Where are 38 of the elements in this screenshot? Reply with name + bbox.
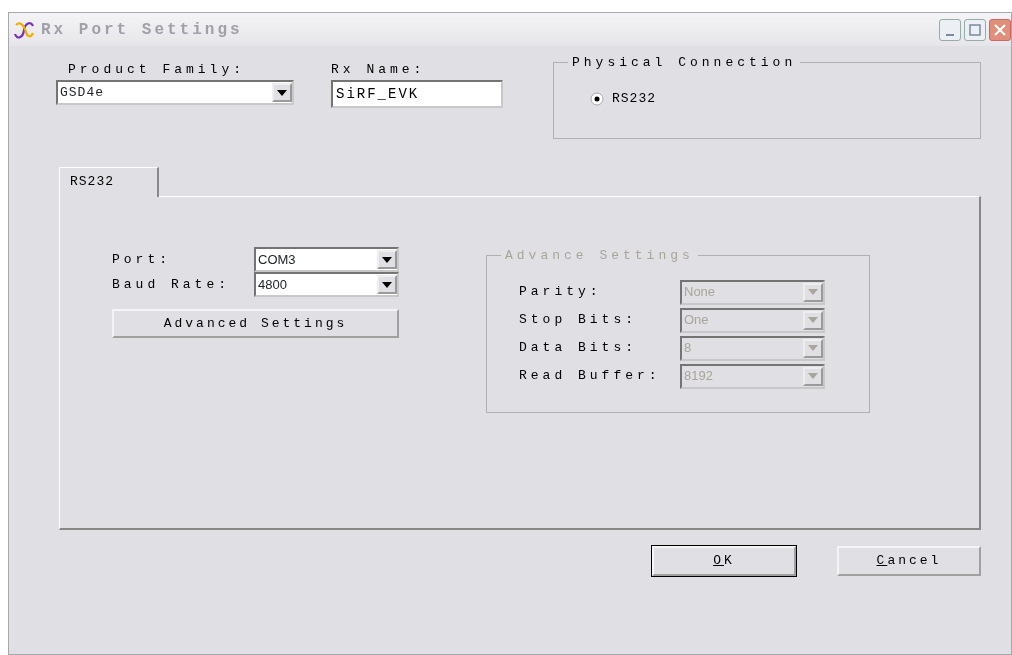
dropdown-value: 8 [683, 339, 693, 358]
rx-name-label: Rx Name: [331, 61, 427, 79]
field-label: Stop Bits: [519, 311, 638, 330]
dropdown-arrow-icon [808, 289, 818, 295]
field-label: Parity: [519, 283, 603, 302]
baud-rate-label: Baud Rate: [112, 275, 231, 294]
radio-button[interactable] [590, 91, 604, 106]
dropdown-arrow-icon [808, 373, 818, 379]
advanced-settings-button[interactable]: Advanced Settings [112, 309, 399, 338]
dropdown-arrow-icon [808, 345, 818, 351]
dropdown-arrow-icon [277, 89, 287, 96]
logo-icon [13, 19, 35, 40]
product-family-dropdown[interactable]: GSD4e [56, 80, 294, 105]
window-title: Rx Port Settings [41, 19, 243, 41]
dropdown-value: One [683, 311, 710, 330]
close-icon [994, 23, 1006, 36]
dropdown-value: GSD4e [59, 83, 105, 102]
dropdown-value: COM3 [257, 250, 297, 269]
dropdown-value: 4800 [257, 275, 288, 294]
rx-name-field[interactable]: SiRF_EVK [331, 80, 503, 108]
port-dropdown[interactable]: COM3 [254, 247, 399, 272]
dropdown-value: None [683, 283, 717, 302]
dropdown-arrow-icon [382, 281, 392, 288]
dropdown-arrow-icon [808, 317, 818, 323]
minimize-icon [946, 33, 954, 36]
port-label: Port: [112, 250, 172, 269]
product-family-label: Product Family: [68, 61, 247, 79]
field-label: Data Bits: [519, 339, 638, 358]
minimize-button[interactable] [939, 18, 961, 41]
baud-rate-dropdown[interactable]: 4800 [254, 272, 399, 297]
radio-label: RS232 [612, 90, 656, 108]
field-label: Read Buffer: [519, 367, 662, 386]
dropdown-arrow-icon [382, 256, 392, 263]
maximize-icon [969, 23, 981, 36]
close-button[interactable] [989, 18, 1011, 41]
dropdown-value: 8192 [683, 367, 714, 386]
maximize-button[interactable] [964, 18, 986, 41]
tab[interactable]: RS232 [59, 167, 159, 197]
